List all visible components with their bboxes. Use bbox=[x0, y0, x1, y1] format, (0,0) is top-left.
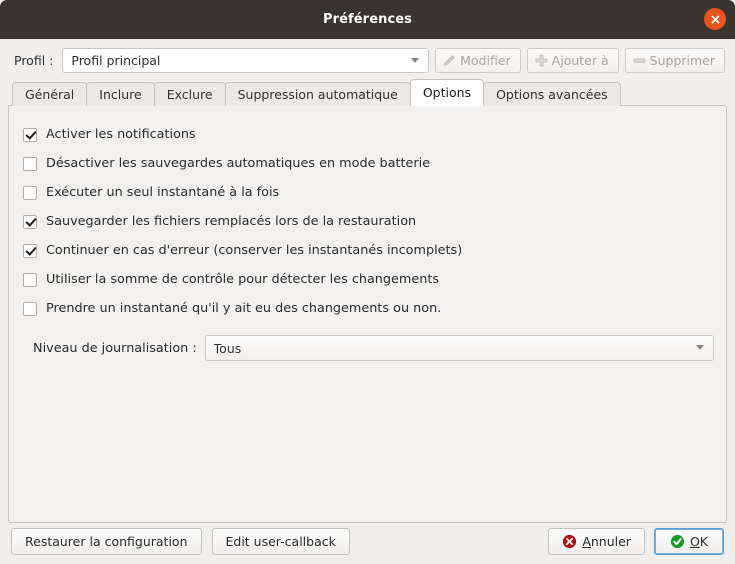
tab-auto-remove-label: Suppression automatique bbox=[237, 87, 398, 102]
cancel-mnemonic: A bbox=[582, 534, 591, 549]
checkbox-take-snapshot-regardless-label: Prendre un instantané qu'il y ait eu des… bbox=[46, 301, 442, 316]
cancel-button[interactable]: Annuler bbox=[548, 528, 645, 555]
ok-button[interactable]: OK bbox=[653, 528, 724, 555]
restore-configuration-button[interactable]: Restaurer la configuration bbox=[11, 528, 202, 555]
log-level-select[interactable]: Tous bbox=[204, 335, 714, 361]
checkbox-single-snapshot[interactable] bbox=[23, 185, 37, 200]
checkbox-notifications-label: Activer les notifications bbox=[46, 127, 196, 142]
titlebar: Préférences bbox=[0, 0, 735, 39]
checkbox-row-take-snapshot-regardless[interactable]: Prendre un instantané qu'il y ait eu des… bbox=[23, 294, 714, 323]
edit-user-callback-label: Edit user-callback bbox=[225, 534, 336, 549]
add-profile-label: Ajouter à bbox=[551, 53, 609, 68]
close-icon[interactable] bbox=[704, 8, 726, 30]
tab-expert-options[interactable]: Options avancées bbox=[483, 82, 621, 106]
checkbox-backup-replaced-label: Sauvegarder les fichiers remplacés lors … bbox=[46, 214, 417, 229]
tab-exclude-label: Exclure bbox=[166, 87, 213, 102]
tab-auto-remove[interactable]: Suppression automatique bbox=[224, 82, 411, 106]
cancel-icon bbox=[562, 534, 577, 549]
add-profile-button[interactable]: Ajouter à bbox=[526, 48, 619, 73]
minus-icon bbox=[632, 53, 647, 68]
pencil-icon bbox=[442, 53, 457, 68]
edit-user-callback-button[interactable]: Edit user-callback bbox=[211, 528, 350, 555]
window-title: Préférences bbox=[322, 11, 413, 27]
log-level-label: Niveau de journalisation : bbox=[33, 340, 197, 356]
profile-select[interactable]: Profil principal bbox=[62, 48, 430, 73]
checkbox-use-checksum[interactable] bbox=[23, 272, 37, 287]
log-level-row: Niveau de journalisation : Tous bbox=[23, 335, 714, 361]
cancel-label: Annuler bbox=[582, 534, 631, 549]
profile-label: Profil : bbox=[14, 53, 54, 68]
tab-options[interactable]: Options bbox=[409, 79, 485, 106]
checkbox-use-checksum-label: Utiliser la somme de contrôle pour détec… bbox=[46, 272, 440, 287]
profile-row: Profil : Profil principal Modifier Ajout… bbox=[0, 39, 735, 80]
checkbox-row-continue-on-error[interactable]: Continuer en cas d'erreur (conserver les… bbox=[23, 236, 714, 265]
ok-label: OK bbox=[690, 534, 708, 549]
checkbox-single-snapshot-label: Exécuter un seul instantané à la fois bbox=[46, 185, 280, 200]
tab-general-label: Général bbox=[25, 87, 75, 102]
checkbox-continue-on-error[interactable] bbox=[23, 243, 37, 258]
checkbox-row-disable-on-battery[interactable]: Désactiver les sauvegardes automatiques … bbox=[23, 149, 714, 178]
preferences-window: Préférences Profil : Profil principal Mo… bbox=[0, 0, 735, 564]
restore-configuration-label: Restaurer la configuration bbox=[25, 534, 188, 549]
log-level-select-value: Tous bbox=[213, 340, 242, 356]
cancel-label-rest: nnuler bbox=[590, 534, 631, 549]
checkbox-notifications[interactable] bbox=[23, 127, 37, 142]
tab-include-label: Inclure bbox=[99, 87, 142, 102]
checkbox-continue-on-error-label: Continuer en cas d'erreur (conserver les… bbox=[46, 243, 463, 258]
ok-check-icon bbox=[670, 534, 685, 549]
action-bar-right: Annuler OK bbox=[548, 528, 724, 555]
chevron-down-icon bbox=[696, 345, 705, 351]
tab-exclude[interactable]: Exclure bbox=[153, 82, 226, 106]
tab-expert-options-label: Options avancées bbox=[496, 87, 608, 102]
edit-profile-button[interactable]: Modifier bbox=[435, 48, 521, 73]
checkbox-row-backup-replaced[interactable]: Sauvegarder les fichiers remplacés lors … bbox=[23, 207, 714, 236]
checkbox-row-single-snapshot[interactable]: Exécuter un seul instantané à la fois bbox=[23, 178, 714, 207]
edit-profile-label: Modifier bbox=[460, 53, 511, 68]
action-bar: Restaurer la configuration Edit user-cal… bbox=[0, 519, 735, 564]
chevron-down-icon bbox=[411, 57, 420, 64]
tab-general[interactable]: Général bbox=[12, 82, 88, 106]
delete-profile-label: Supprimer bbox=[649, 53, 715, 68]
checkbox-row-notifications[interactable]: Activer les notifications bbox=[23, 120, 714, 149]
checkbox-disable-on-battery[interactable] bbox=[23, 156, 37, 171]
ok-label-rest: K bbox=[699, 534, 708, 549]
tab-bar: Général Inclure Exclure Suppression auto… bbox=[8, 79, 727, 106]
checkbox-disable-on-battery-label: Désactiver les sauvegardes automatiques … bbox=[46, 156, 431, 171]
profile-select-value: Profil principal bbox=[71, 53, 161, 68]
options-panel: Activer les notifications Désactiver les… bbox=[8, 105, 727, 523]
checkbox-backup-replaced[interactable] bbox=[23, 214, 37, 229]
checkbox-take-snapshot-regardless[interactable] bbox=[23, 301, 37, 316]
action-bar-left: Restaurer la configuration Edit user-cal… bbox=[11, 528, 350, 555]
plus-icon bbox=[534, 53, 549, 68]
delete-profile-button[interactable]: Supprimer bbox=[624, 48, 725, 73]
ok-mnemonic: O bbox=[689, 534, 700, 549]
tab-include[interactable]: Inclure bbox=[86, 82, 155, 106]
tab-options-label: Options bbox=[422, 85, 472, 100]
checkbox-row-use-checksum[interactable]: Utiliser la somme de contrôle pour détec… bbox=[23, 265, 714, 294]
preferences-notebook: Général Inclure Exclure Suppression auto… bbox=[8, 79, 727, 523]
